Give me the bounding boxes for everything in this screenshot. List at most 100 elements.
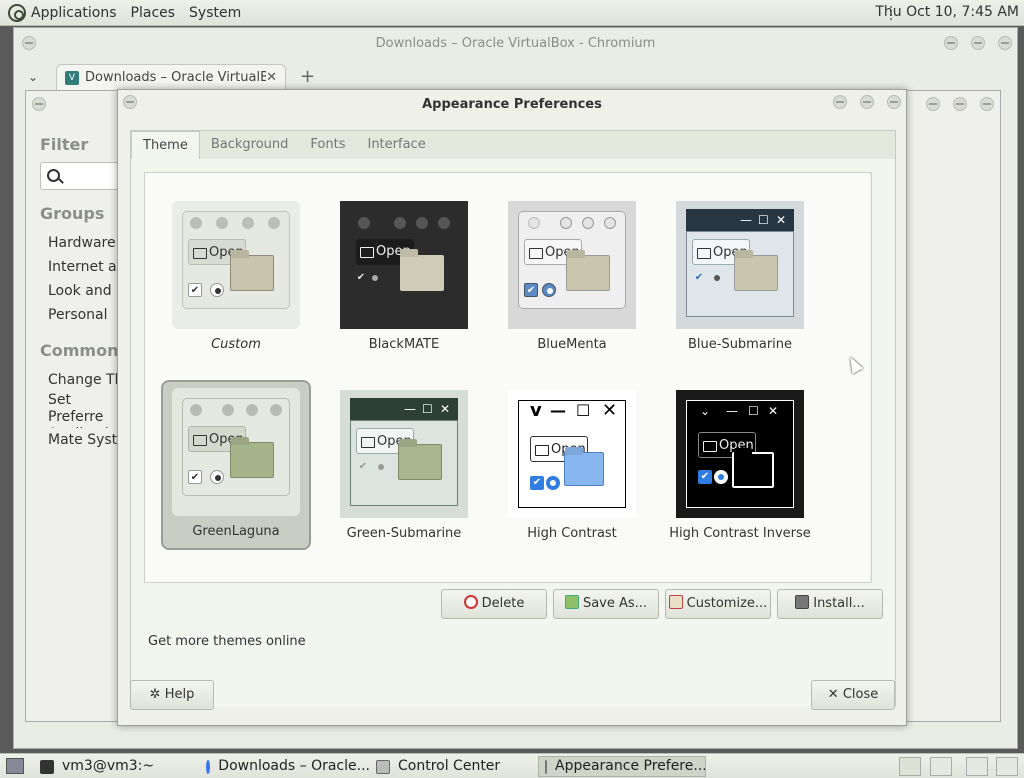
close-icon[interactable]: [980, 97, 994, 111]
radio-icon: [542, 283, 556, 297]
tab-interface[interactable]: Interface: [356, 131, 436, 159]
thumb-button-icon: [438, 217, 450, 229]
tab-search-chevron-icon[interactable]: ⌄: [28, 70, 38, 84]
save-as-button[interactable]: Save As...: [553, 589, 659, 619]
show-desktop-icon[interactable]: [6, 758, 24, 774]
window-menu-icon[interactable]: [22, 36, 36, 50]
radio-icon: [374, 460, 388, 474]
maximize-icon[interactable]: [953, 97, 967, 111]
theme-name: High Contrast Inverse: [669, 526, 811, 541]
thumb-button-icon: [604, 217, 616, 229]
maximize-icon[interactable]: [971, 36, 985, 50]
taskbar-label: Control Center: [398, 758, 501, 774]
close-icon: ✕: [768, 404, 779, 418]
minimize-icon: —: [740, 213, 752, 227]
customize-button[interactable]: Customize...: [665, 589, 771, 619]
new-tab-button[interactable]: +: [300, 66, 315, 87]
theme-blackmate[interactable]: Open ✔ BlackMATE: [329, 193, 479, 363]
theme-thumbnail: Open ✔: [172, 388, 300, 516]
folder-icon: [398, 444, 442, 480]
maximize-icon: ☐: [758, 213, 769, 227]
close-icon[interactable]: [998, 36, 1012, 50]
folder-icon: [564, 452, 604, 486]
theme-thumbnail: v — ☐ ✕ Open ✔: [508, 390, 636, 518]
install-button[interactable]: Install...: [777, 589, 883, 619]
minimize-icon[interactable]: [944, 36, 958, 50]
theme-thumbnail: — ☐ ✕ Open ✔: [340, 390, 468, 518]
system-menu[interactable]: System: [189, 5, 241, 21]
taskbar-label: Downloads – Oracle...: [218, 758, 370, 774]
maximize-icon[interactable]: [860, 95, 874, 109]
group-look-and-feel[interactable]: Look and Fe: [40, 279, 120, 303]
theme-bluementa[interactable]: Open ✔ BlueMenta: [497, 193, 647, 363]
theme-name: High Contrast: [527, 526, 617, 541]
task-mate-system[interactable]: Mate System: [40, 428, 120, 452]
minimize-icon[interactable]: [926, 97, 940, 111]
taskbar-item-chromium[interactable]: Downloads – Oracle...: [200, 756, 370, 777]
tab-background[interactable]: Background: [200, 131, 300, 159]
thumbnail-titlebar: — ☐ ✕: [350, 398, 458, 420]
tab-bar: Theme Background Fonts Interface: [131, 131, 895, 159]
theme-high-contrast[interactable]: v — ☐ ✕ Open ✔ High Contrast: [497, 382, 647, 552]
tab-theme[interactable]: Theme: [131, 131, 200, 159]
chevron-down-icon: ⌄: [700, 404, 711, 418]
workspace-3-icon[interactable]: [966, 757, 988, 776]
workspace-2-icon[interactable]: [930, 757, 952, 776]
taskbar-item-terminal[interactable]: vm3@vm3:~: [34, 756, 194, 777]
checkbox-icon: ✔: [356, 272, 366, 283]
theme-name: BlackMATE: [368, 337, 440, 352]
tab-fonts[interactable]: Fonts: [299, 131, 356, 159]
checkbox-icon: ✔: [698, 470, 712, 484]
group-internet[interactable]: Internet and: [40, 255, 120, 279]
workspace-4-icon[interactable]: [996, 757, 1018, 776]
bottom-taskbar: vm3@vm3:~ Downloads – Oracle... Control …: [0, 753, 1024, 778]
places-menu[interactable]: Places: [131, 5, 176, 21]
virtualbox-favicon-icon: V: [65, 70, 79, 85]
window-menu-icon[interactable]: [32, 97, 46, 111]
tab-title: Downloads – Oracle VirtualB: [85, 70, 267, 85]
folder-icon: [230, 255, 274, 291]
radio-icon: [210, 470, 224, 484]
scroll-thumb[interactable]: [871, 189, 872, 385]
checkbox-icon: ✔: [694, 272, 704, 283]
browser-tab[interactable]: V Downloads – Oracle VirtualB ✕: [56, 64, 286, 90]
thumbnail-titlebar: — ☐ ✕: [686, 209, 794, 231]
taskbar-item-appearance[interactable]: Appearance Prefere...: [538, 756, 706, 777]
delete-label: Delete: [481, 596, 525, 611]
theme-thumbnail: — ☐ ✕ Open ✔: [676, 201, 804, 329]
close-button[interactable]: ✕ Close: [811, 680, 895, 710]
applications-menu[interactable]: Applications: [31, 5, 117, 21]
delete-button[interactable]: Delete: [441, 589, 547, 619]
close-label: Close: [842, 687, 879, 702]
theme-high-contrast-inverse[interactable]: ⌄ — ☐ ✕ Open ✔ High Contrast Inverse: [665, 382, 815, 552]
close-icon: ✕: [776, 213, 787, 227]
minimize-icon[interactable]: [833, 95, 847, 109]
theme-custom[interactable]: Open ✔ Custom: [161, 193, 311, 363]
preferences-notebook: Theme Background Fonts Interface Open ✔ …: [130, 130, 896, 707]
thumb-button-icon: [358, 217, 370, 229]
mate-logo-icon: [8, 3, 26, 22]
theme-greenlaguna[interactable]: Open ✔ GreenLaguna: [161, 380, 311, 550]
folder-icon: [400, 255, 444, 291]
close-icon[interactable]: [887, 95, 901, 109]
taskbar-item-control-center[interactable]: Control Center: [370, 756, 532, 777]
install-icon: [795, 595, 810, 609]
workspace-1-icon[interactable]: [899, 757, 921, 776]
tab-close-icon[interactable]: ✕: [266, 70, 277, 85]
theme-green-submarine[interactable]: — ☐ ✕ Open ✔ Green-Submarine: [329, 382, 479, 552]
help-button[interactable]: ✲ Help: [130, 680, 214, 710]
checkbox-icon: ✔: [530, 476, 544, 490]
minimize-icon: —: [726, 404, 738, 418]
theme-blue-submarine[interactable]: — ☐ ✕ Open ✔ Blue-Submarine: [665, 193, 815, 363]
appearance-preferences-dialog: Appearance Preferences Theme Background …: [117, 89, 907, 726]
clock[interactable]: Thu Oct 10, 7:45 AM: [875, 4, 1019, 20]
theme-scrollbar[interactable]: [869, 173, 872, 582]
group-personal[interactable]: Personal: [40, 303, 120, 327]
appearance-icon: [545, 759, 547, 774]
chromium-title: Downloads – Oracle VirtualBox - Chromium: [375, 36, 656, 51]
task-preferred-apps[interactable]: Set Preferre Applications: [40, 392, 120, 428]
group-hardware[interactable]: Hardware: [40, 231, 120, 255]
task-change-theme[interactable]: Change The: [40, 368, 120, 392]
theme-grid: Open ✔ Custom Open ✔ BlackMATE Open ✔ Bl…: [144, 172, 872, 583]
get-more-themes-link[interactable]: Get more themes online: [148, 634, 306, 649]
